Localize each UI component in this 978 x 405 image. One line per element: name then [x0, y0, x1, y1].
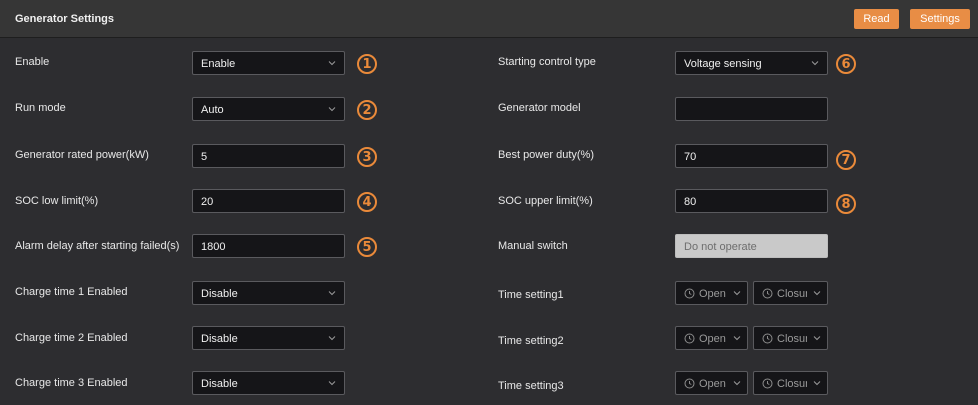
settings-button[interactable]: Settings [910, 9, 970, 29]
manual-switch-value: Do not operate [684, 241, 757, 253]
soc-low-limit-label: SOC low limit(%) [15, 195, 99, 207]
alarm-delay-value: 1800 [201, 241, 226, 253]
starting-control-type-value: Voltage sensing [684, 58, 762, 70]
header-bar: Generator Settings Read Settings [0, 0, 978, 38]
chevron-down-icon [813, 291, 821, 296]
closure-placeholder: Closure [777, 288, 807, 300]
rated-power-label: Generator rated power(kW) [15, 149, 149, 161]
best-power-duty-label: Best power duty(%) [498, 149, 594, 161]
soc-upper-limit-label: SOC upper limit(%) [498, 195, 593, 207]
clock-icon [684, 333, 695, 344]
rated-power-input[interactable]: 5 [192, 144, 345, 168]
page-title: Generator Settings [15, 13, 115, 25]
generator-model-label: Generator model [498, 102, 581, 114]
enable-select[interactable]: Enable [192, 51, 345, 75]
time-setting-1-open-select[interactable]: Open [675, 281, 748, 305]
read-button[interactable]: Read [854, 9, 899, 29]
open-placeholder: Open [699, 378, 726, 390]
annotation-badge-3: 3 [357, 147, 377, 167]
closure-placeholder: Closure [777, 378, 807, 390]
starting-control-type-select[interactable]: Voltage sensing [675, 51, 828, 75]
manual-switch-label: Manual switch [498, 240, 568, 252]
time-setting-2-open-select[interactable]: Open [675, 326, 748, 350]
soc-low-limit-input[interactable]: 20 [192, 189, 345, 213]
chevron-down-icon [328, 61, 336, 66]
chevron-down-icon [328, 336, 336, 341]
clock-icon [684, 288, 695, 299]
run-mode-label: Run mode [15, 102, 66, 114]
annotation-badge-6: 6 [836, 54, 856, 74]
starting-control-type-label: Starting control type [498, 56, 596, 68]
manual-switch-field: Do not operate [675, 234, 828, 258]
charge-time-3-value: Disable [201, 378, 238, 390]
alarm-delay-label: Alarm delay after starting failed(s) [15, 240, 180, 252]
chevron-down-icon [328, 291, 336, 296]
chevron-down-icon [733, 291, 741, 296]
annotation-badge-2: 2 [357, 100, 377, 120]
annotation-badge-1: 1 [357, 54, 377, 74]
clock-icon [762, 378, 773, 389]
soc-upper-limit-value: 80 [684, 196, 697, 208]
chevron-down-icon [733, 336, 741, 341]
chevron-down-icon [733, 381, 741, 386]
closure-placeholder: Closure [777, 333, 807, 345]
open-placeholder: Open [699, 333, 726, 345]
chevron-down-icon [813, 381, 821, 386]
chevron-down-icon [328, 107, 336, 112]
time-setting-3-closure-select[interactable]: Closure [753, 371, 828, 395]
charge-time-1-label: Charge time 1 Enabled [15, 286, 128, 298]
annotation-badge-4: 4 [357, 192, 377, 212]
charge-time-2-value: Disable [201, 333, 238, 345]
charge-time-2-select[interactable]: Disable [192, 326, 345, 350]
alarm-delay-input[interactable]: 1800 [192, 234, 345, 258]
run-mode-value: Auto [201, 104, 224, 116]
charge-time-1-value: Disable [201, 288, 238, 300]
run-mode-select[interactable]: Auto [192, 97, 345, 121]
soc-upper-limit-input[interactable]: 80 [675, 189, 828, 213]
charge-time-3-select[interactable]: Disable [192, 371, 345, 395]
annotation-badge-7: 7 [836, 150, 856, 170]
annotation-badge-5: 5 [357, 237, 377, 257]
time-setting-1-closure-select[interactable]: Closure [753, 281, 828, 305]
chevron-down-icon [811, 61, 819, 66]
charge-time-2-label: Charge time 2 Enabled [15, 332, 128, 344]
generator-model-input[interactable] [675, 97, 828, 121]
best-power-duty-input[interactable]: 70 [675, 144, 828, 168]
time-setting-1-label: Time setting1 [498, 289, 564, 301]
time-setting-2-closure-select[interactable]: Closure [753, 326, 828, 350]
chevron-down-icon [813, 336, 821, 341]
time-setting-2-label: Time setting2 [498, 335, 564, 347]
charge-time-3-label: Charge time 3 Enabled [15, 377, 128, 389]
best-power-duty-value: 70 [684, 151, 697, 163]
open-placeholder: Open [699, 288, 726, 300]
time-setting-3-open-select[interactable]: Open [675, 371, 748, 395]
rated-power-value: 5 [201, 151, 208, 163]
clock-icon [684, 378, 695, 389]
clock-icon [762, 288, 773, 299]
clock-icon [762, 333, 773, 344]
time-setting-3-label: Time setting3 [498, 380, 564, 392]
enable-label: Enable [15, 56, 50, 68]
chevron-down-icon [328, 381, 336, 386]
soc-low-limit-value: 20 [201, 196, 214, 208]
annotation-badge-8: 8 [836, 194, 856, 214]
enable-value: Enable [201, 58, 236, 70]
charge-time-1-select[interactable]: Disable [192, 281, 345, 305]
